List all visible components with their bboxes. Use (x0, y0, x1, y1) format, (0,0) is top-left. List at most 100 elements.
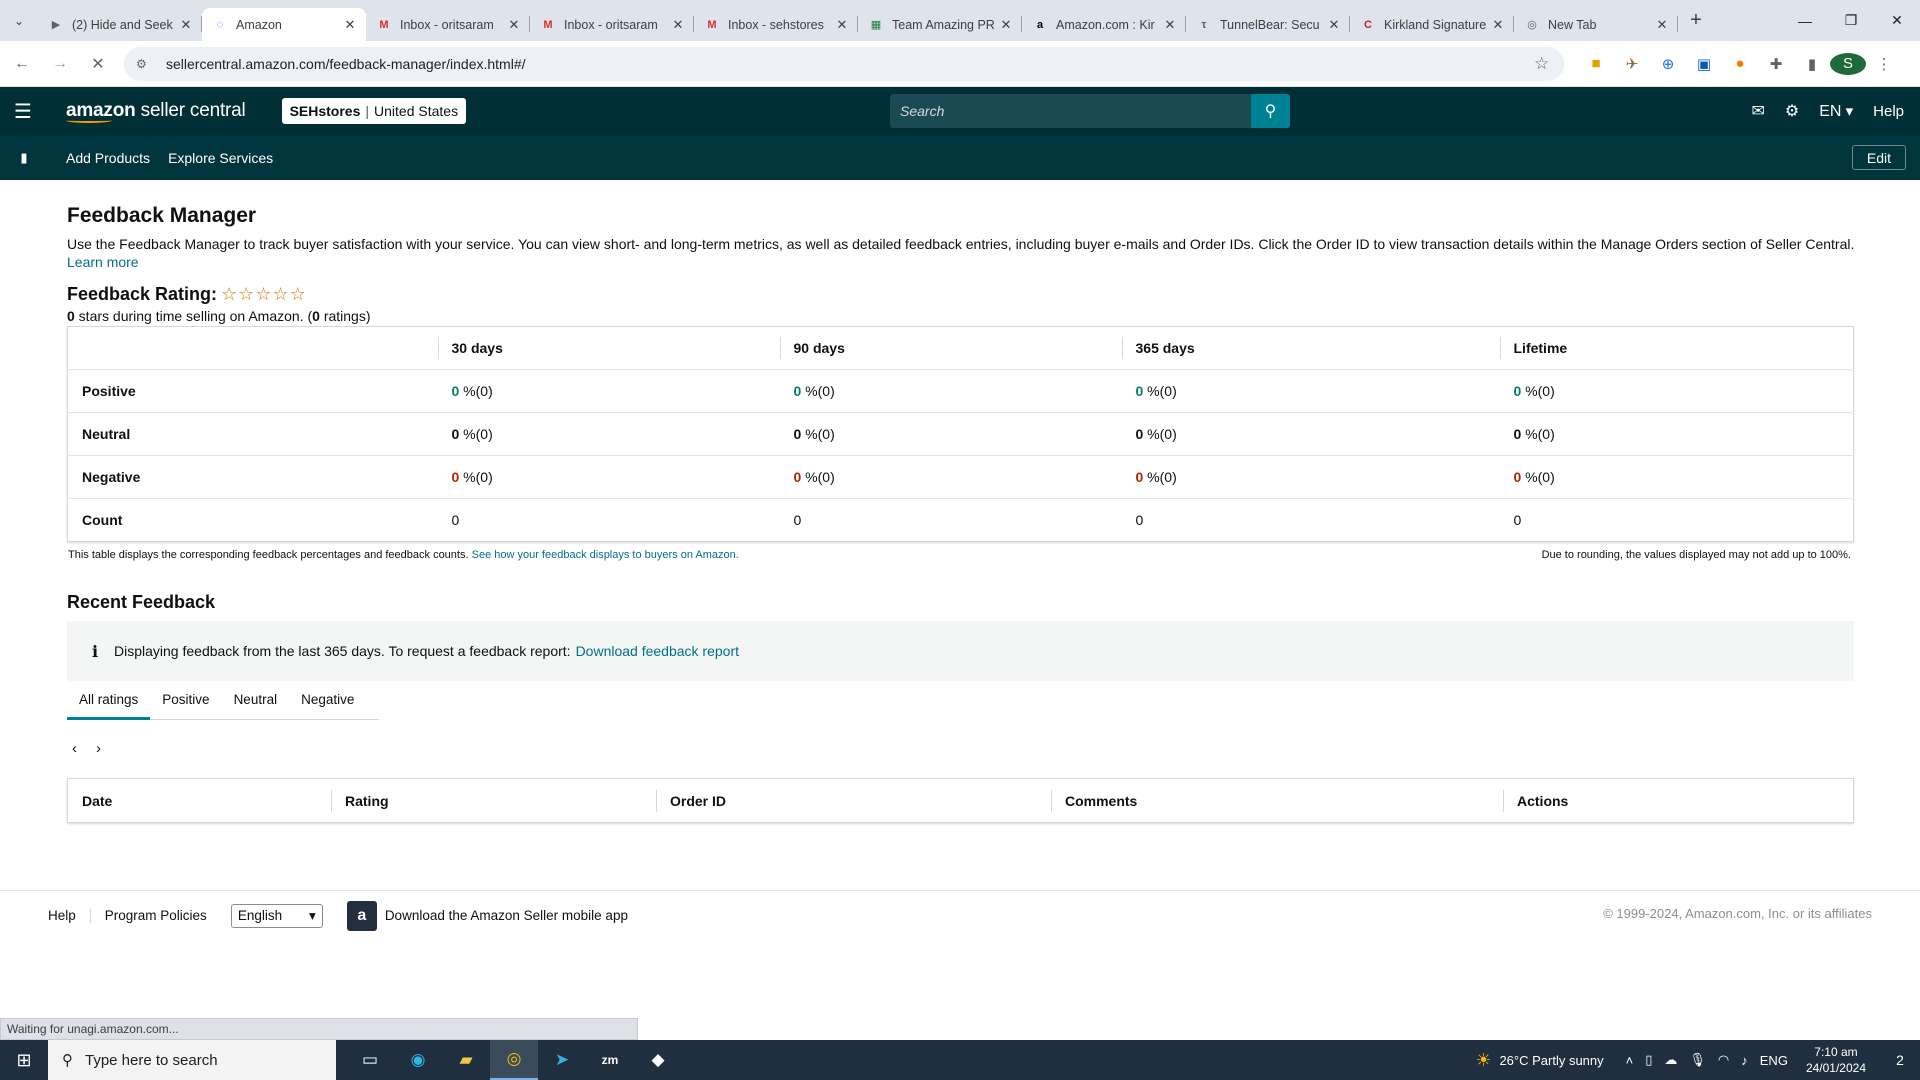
feedback-rating-label: Feedback Rating: (67, 284, 218, 304)
tray-microphone-icon[interactable]: 🎙 (1689, 1052, 1706, 1068)
page-title: Feedback Manager (67, 204, 257, 227)
tray-wifi-icon[interactable]: ◠ (1718, 1052, 1729, 1068)
footer-language-select[interactable]: English ▾ (230, 903, 323, 928)
settings-gear-icon[interactable]: ⚙ (1785, 101, 1799, 121)
restore-icon[interactable]: ❐ (1828, 0, 1874, 41)
extension-honey-icon[interactable]: ■ (1578, 55, 1614, 72)
browser-tab[interactable]: ▦ Team Amazing PR ✕ (858, 8, 1022, 41)
feedback-display-link[interactable]: See how your feedback displays to buyers… (472, 549, 739, 561)
seller-central-logo[interactable]: amazon seller central (66, 100, 246, 123)
close-tab-icon[interactable]: ✕ (178, 17, 194, 33)
taskbar-clock[interactable]: 7:10 am 24/01/2024 (1806, 1044, 1866, 1076)
chevron-left-icon[interactable]: ‹ (72, 740, 96, 757)
metric-percent: %(0) (1143, 469, 1177, 485)
chevron-right-icon[interactable]: › (96, 740, 120, 757)
close-window-icon[interactable]: ✕ (1874, 0, 1920, 41)
amazon-seller-app-icon[interactable]: a (346, 900, 377, 931)
help-link[interactable]: Help (1873, 103, 1904, 120)
store-selector[interactable]: SEHstores | United States (281, 98, 467, 124)
bookmark-icon[interactable]: ▮ (0, 150, 48, 166)
task-view-icon[interactable]: ▭ (346, 1040, 394, 1080)
extension-plane-icon[interactable]: ✈ (1614, 55, 1650, 73)
file-explorer-icon[interactable]: ▰ (442, 1040, 490, 1080)
close-tab-icon[interactable]: ✕ (998, 17, 1014, 33)
tab-title: Inbox - oritsaram (564, 17, 658, 32)
close-tab-icon[interactable]: ✕ (1326, 17, 1342, 33)
chrome-taskbar-icon[interactable]: ◎ (490, 1040, 538, 1080)
messages-mail-icon[interactable]: ✉ (1751, 101, 1764, 121)
edge-icon[interactable]: ◉ (394, 1040, 442, 1080)
tray-onedrive-icon[interactable]: ☁ (1664, 1052, 1677, 1068)
telegram-icon[interactable]: ➤ (538, 1040, 586, 1080)
back-icon[interactable]: ← (6, 48, 38, 80)
extension-globe-icon[interactable]: ⊕ (1650, 55, 1686, 73)
tray-battery-icon[interactable]: ▯ (1645, 1052, 1652, 1068)
browser-tab[interactable]: ◌ Amazon ✕ (202, 8, 366, 41)
notification-center-icon[interactable]: 2 (1880, 1052, 1920, 1068)
tab-negative[interactable]: Negative (289, 692, 366, 720)
download-feedback-report-link[interactable]: Download feedback report (576, 643, 739, 659)
close-tab-icon[interactable]: ✕ (670, 17, 686, 33)
url-text[interactable]: sellercentral.amazon.com/feedback-manage… (166, 56, 1534, 72)
logo-amazon: amazon (66, 99, 136, 121)
tray-volume-icon[interactable]: ♪ (1741, 1053, 1748, 1068)
language-selector[interactable]: EN ▾ (1819, 102, 1853, 121)
tab-neutral[interactable]: Neutral (222, 692, 290, 720)
search-input[interactable] (890, 94, 1251, 128)
weather-widget[interactable]: ☀ 26°C Partly sunny (1475, 1050, 1603, 1071)
subnav-explore-services[interactable]: Explore Services (168, 150, 273, 166)
search-button[interactable]: ⚲ (1251, 94, 1290, 128)
footer-help-link[interactable]: Help (48, 908, 91, 923)
tab-search-icon[interactable]: ⌄ (0, 0, 38, 41)
table-header-empty (67, 326, 438, 370)
taskbar-search[interactable]: ⚲ Type here to search (48, 1040, 336, 1080)
side-panel-icon[interactable]: ▮ (1794, 55, 1830, 73)
close-tab-icon[interactable]: ✕ (834, 17, 850, 33)
tab-all-ratings[interactable]: All ratings (67, 692, 151, 720)
browser-menu-icon[interactable]: ⋮ (1866, 55, 1902, 73)
count-cell: 0 (793, 512, 802, 528)
tab-positive[interactable]: Positive (150, 692, 221, 720)
subnav-add-products[interactable]: Add Products (66, 150, 150, 166)
minimize-icon[interactable]: — (1782, 0, 1828, 41)
tray-language[interactable]: ENG (1760, 1053, 1788, 1068)
forward-icon[interactable]: → (44, 48, 76, 80)
tab-title: New Tab (1548, 17, 1597, 32)
browser-tab[interactable]: C Kirkland Signature ✕ (1350, 8, 1514, 41)
close-tab-icon[interactable]: ✕ (506, 17, 522, 33)
browser-tab[interactable]: M Inbox - oritsaram ✕ (530, 8, 694, 41)
roblox-icon[interactable]: ◆ (634, 1040, 682, 1080)
tray-chevron-up-icon[interactable]: ˄ (1626, 1053, 1634, 1068)
browser-tab[interactable]: τ TunnelBear: Secu ✕ (1186, 8, 1350, 41)
close-tab-icon[interactable]: ✕ (1654, 17, 1670, 33)
metric-cell: 0 %(0) (779, 412, 1122, 456)
close-tab-icon[interactable]: ✕ (1490, 17, 1506, 33)
edit-bookmarks-button[interactable]: Edit (1851, 145, 1906, 170)
bookmark-star-icon[interactable]: ☆ (1534, 54, 1564, 74)
hamburger-menu-icon[interactable]: ☰ (0, 99, 46, 124)
browser-tab[interactable]: a Amazon.com : Kir ✕ (1022, 8, 1186, 41)
learn-more-link[interactable]: Learn more (67, 254, 139, 270)
site-settings-icon[interactable]: ⚙ (136, 57, 156, 71)
download-app-link[interactable]: Download the Amazon Seller mobile app (385, 908, 628, 923)
close-tab-icon[interactable]: ✕ (342, 17, 358, 33)
store-region: United States (374, 103, 459, 119)
extension-zm-icon[interactable]: ▣ (1686, 55, 1722, 73)
browser-tab[interactable]: M Inbox - sehstores ✕ (694, 8, 858, 41)
browser-tab[interactable]: ▶ (2) Hide and Seek ✕ (38, 8, 202, 41)
footer-program-policies-link[interactable]: Program Policies (105, 908, 207, 923)
extensions-puzzle-icon[interactable]: ✚ (1758, 55, 1794, 73)
extension-orange-icon[interactable]: ● (1722, 55, 1758, 72)
zoom-icon[interactable]: zm (586, 1040, 634, 1080)
browser-tab[interactable]: M Inbox - oritsaram ✕ (366, 8, 530, 41)
url-omnibox[interactable]: ⚙ sellercentral.amazon.com/feedback-mana… (124, 46, 1564, 81)
table-row: Neutral 0 %(0) 0 %(0) 0 %(0) 0 %(0) (67, 412, 1854, 456)
browser-tab[interactable]: ◎ New Tab ✕ (1514, 8, 1678, 41)
profile-avatar[interactable]: S (1830, 52, 1866, 75)
windows-start-icon[interactable]: ⊞ (0, 1040, 48, 1080)
stop-loading-icon[interactable]: ✕ (82, 48, 114, 80)
close-tab-icon[interactable]: ✕ (1162, 17, 1178, 33)
metric-percent: %(0) (459, 426, 493, 442)
new-tab-button[interactable]: + (1682, 9, 1710, 32)
extensions-area: ■ ✈ ⊕ ▣ ● ✚ ▮ S ⋮ (1578, 52, 1902, 75)
